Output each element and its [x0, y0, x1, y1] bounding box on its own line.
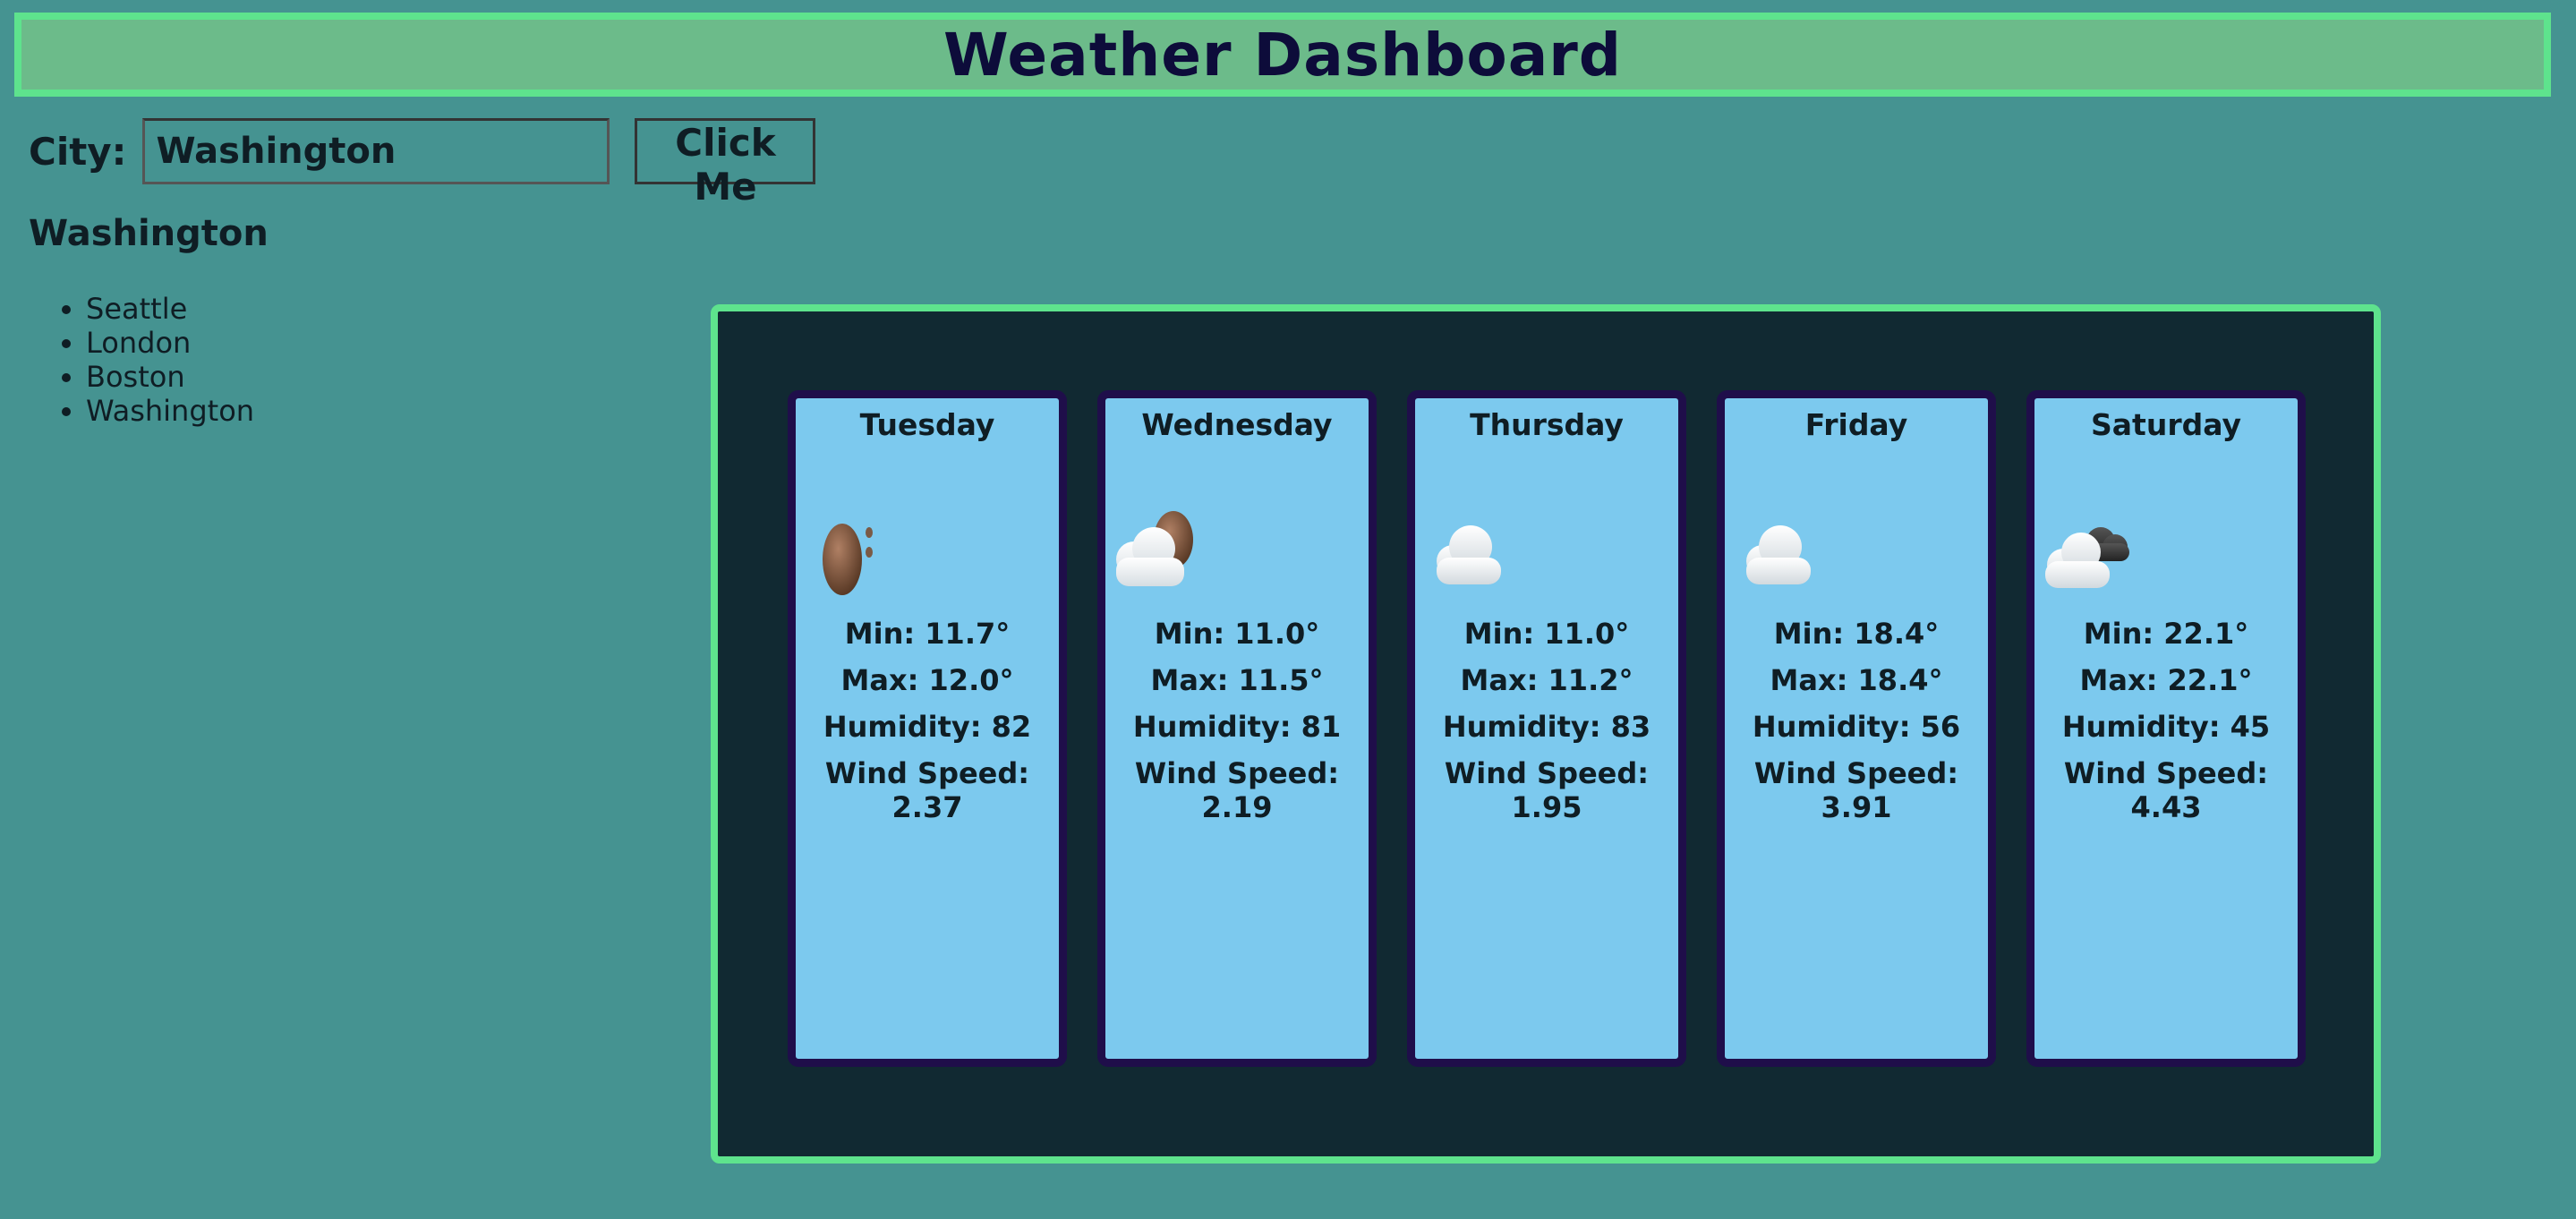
- forecast-day: Saturday: [2091, 407, 2241, 442]
- wind-value: 2.37: [891, 790, 963, 824]
- forecast-wind: Wind Speed: 1.95: [1415, 756, 1678, 824]
- wind-value: 1.95: [1511, 790, 1582, 824]
- page-title: Weather Dashboard: [943, 20, 1623, 90]
- forecast-humidity: Humidity: 83: [1442, 710, 1651, 744]
- forecast-card: Wednesday Min: 11.0° Max: 11.5° Humidity…: [1097, 390, 1377, 1067]
- forecast-max: Max: 11.5°: [1150, 663, 1324, 697]
- app-header: Weather Dashboard: [14, 13, 2551, 97]
- cloud-icon: [1437, 525, 1501, 584]
- wind-value: 4.43: [2130, 790, 2202, 824]
- search-button[interactable]: Click Me: [635, 118, 816, 209]
- wind-value: 3.91: [1821, 790, 1892, 824]
- history-item-london[interactable]: London: [86, 326, 254, 360]
- forecast-max: Max: 22.1°: [2079, 663, 2253, 697]
- forecast-max: Max: 12.0°: [840, 663, 1014, 697]
- forecast-min: Min: 18.4°: [1773, 617, 1940, 651]
- history-item-boston[interactable]: Boston: [86, 360, 254, 394]
- broken-clouds-icon: [2045, 527, 2129, 588]
- search-history-list: Seattle London Boston Washington: [29, 292, 254, 428]
- forecast-min: Min: 11.0°: [1463, 617, 1630, 651]
- forecast-humidity: Humidity: 45: [2061, 710, 2271, 744]
- forecast-humidity: Humidity: 81: [1132, 710, 1342, 744]
- forecast-card: Friday Min: 18.4° Max: 18.4° Humidity: 5…: [1717, 390, 1996, 1067]
- forecast-wind: Wind Speed: 3.91: [1725, 756, 1988, 824]
- wind-label: Wind Speed:: [824, 756, 1030, 790]
- forecast-wind: Wind Speed: 2.19: [1105, 756, 1369, 824]
- wind-label: Wind Speed:: [1444, 756, 1650, 790]
- wind-label: Wind Speed:: [1753, 756, 1959, 790]
- search-row: City: Click Me: [29, 118, 816, 209]
- forecast-panel: Tuesday Min: 11.7° Max: 12.0° Humidity: …: [711, 304, 2381, 1164]
- forecast-card: Tuesday Min: 11.7° Max: 12.0° Humidity: …: [788, 390, 1067, 1067]
- cloud-sun-icon: [1116, 511, 1193, 586]
- forecast-humidity: Humidity: 56: [1752, 710, 1961, 744]
- forecast-max: Max: 11.2°: [1460, 663, 1633, 697]
- forecast-day: Thursday: [1470, 407, 1624, 442]
- forecast-max: Max: 18.4°: [1770, 663, 1943, 697]
- forecast-wind: Wind Speed: 4.43: [2034, 756, 2298, 824]
- forecast-humidity: Humidity: 82: [823, 710, 1032, 744]
- wind-value: 2.19: [1201, 790, 1273, 824]
- forecast-day: Wednesday: [1141, 407, 1333, 442]
- forecast-card: Saturday Min: 22.1° Max: 22.1° Humidity:…: [2026, 390, 2306, 1067]
- cloud-icon: [1746, 525, 1811, 584]
- forecast-card: Thursday Min: 11.0° Max: 11.2° Humidity:…: [1407, 390, 1686, 1067]
- forecast-min: Min: 11.0°: [1154, 617, 1320, 651]
- forecast-wind: Wind Speed: 2.37: [796, 756, 1059, 824]
- city-input[interactable]: [142, 118, 610, 184]
- current-city-heading: Washington: [29, 213, 269, 254]
- history-item-washington[interactable]: Washington: [86, 394, 254, 428]
- forecast-min: Min: 11.7°: [844, 617, 1011, 651]
- city-label: City:: [29, 129, 127, 174]
- wind-label: Wind Speed:: [2063, 756, 2269, 790]
- forecast-day: Friday: [1804, 407, 1908, 442]
- wind-label: Wind Speed:: [1134, 756, 1340, 790]
- forecast-day: Tuesday: [859, 407, 995, 442]
- forecast-min: Min: 22.1°: [2083, 617, 2249, 651]
- history-item-seattle[interactable]: Seattle: [86, 292, 254, 326]
- rain-icon: [823, 524, 873, 595]
